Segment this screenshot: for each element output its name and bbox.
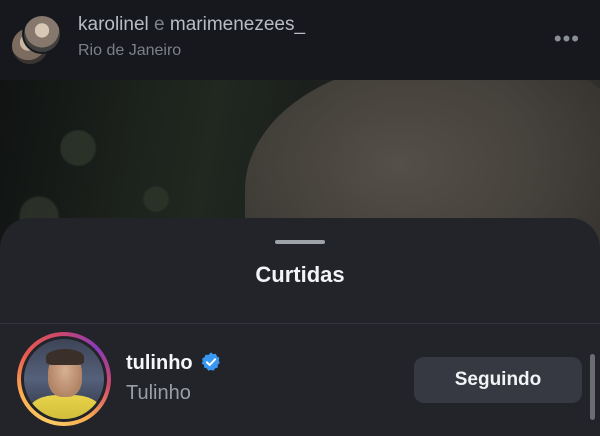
story-ring: [21, 336, 107, 422]
avatar: [22, 14, 62, 54]
scrollbar[interactable]: [590, 354, 595, 420]
more-options-button[interactable]: •••: [554, 26, 580, 52]
list-item[interactable]: tulinho Tulinho Seguindo: [0, 324, 600, 436]
post-header: karolinel e marimenezees_ Rio de Janeiro…: [0, 0, 600, 80]
verified-badge-icon: [201, 352, 220, 371]
username[interactable]: tulinho: [126, 352, 193, 375]
post-accounts[interactable]: karolinel e marimenezees_: [78, 14, 305, 36]
post-location[interactable]: Rio de Janeiro: [78, 42, 181, 60]
avatar[interactable]: [17, 332, 111, 426]
sheet-title: Curtidas: [255, 262, 345, 287]
full-name: Tulinho: [126, 382, 191, 404]
likes-sheet: Curtidas tulinho Tulinho Seguindo: [0, 218, 600, 436]
collab-avatars[interactable]: [10, 14, 62, 66]
accounts-name[interactable]: karolinel e marimenezees_: [78, 14, 305, 35]
following-button[interactable]: Seguindo: [414, 357, 582, 403]
profile-photo: [24, 339, 104, 419]
sheet-drag-handle[interactable]: [275, 240, 325, 244]
ellipsis-icon: •••: [553, 26, 580, 51]
